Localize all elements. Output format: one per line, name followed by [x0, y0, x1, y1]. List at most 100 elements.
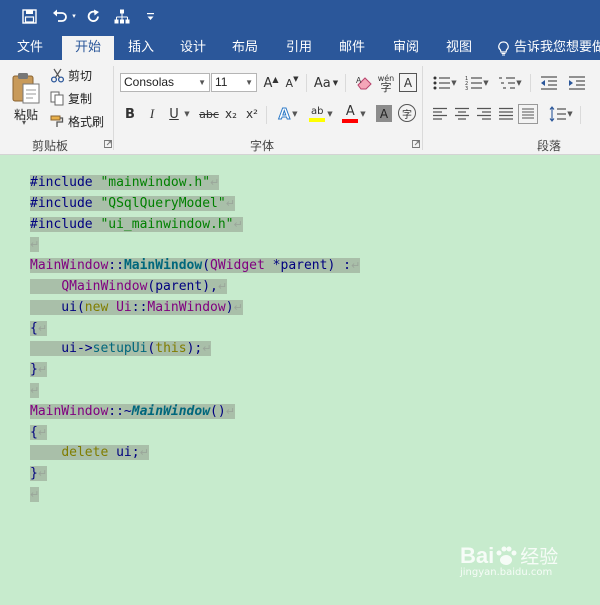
tab-view[interactable]: 视图	[436, 36, 482, 60]
tab-review[interactable]: 审阅	[383, 36, 429, 60]
code-line: #include "QSqlQueryModel"↵	[30, 195, 235, 211]
code-line: ↵	[30, 382, 40, 398]
baidu-watermark: Bai 经验 jingyan.baidu.com	[460, 542, 558, 579]
shrink-font-button[interactable]: A ▼	[283, 73, 301, 93]
multilevel-list-button[interactable]: ▼	[494, 72, 526, 94]
code-line: ui(new Ui::MainWindow)↵	[30, 299, 243, 315]
format-painter-icon	[50, 115, 64, 127]
align-left-button[interactable]	[431, 104, 449, 124]
increase-indent-icon	[569, 76, 585, 90]
bold-button[interactable]: B	[122, 104, 138, 124]
bullets-button[interactable]: ▼	[430, 72, 460, 94]
text-effects-button[interactable]: A ▼	[274, 104, 302, 124]
tab-home[interactable]: 开始	[62, 36, 114, 60]
ribbon-tab-bar: 文件 开始 插入 设计 布局 引用 邮件 审阅 视图 告诉我您想要做	[0, 32, 600, 60]
strikethrough-button[interactable]: abc	[198, 104, 220, 124]
font-size-value: 11	[215, 75, 228, 89]
chevron-down-icon: ▼	[198, 78, 206, 87]
font-name-box[interactable]: Consolas ▼	[120, 73, 210, 92]
character-shading-button[interactable]: A	[376, 105, 392, 122]
copy-button[interactable]: 复制	[50, 89, 100, 107]
code-line: }↵	[30, 362, 48, 378]
code-line: #include "mainwindow.h"↵	[30, 175, 220, 190]
undo-icon	[53, 9, 67, 22]
change-case-icon: Aa	[313, 75, 331, 91]
ribbon-home: 粘贴 ▾ 剪切 复制 格式刷 剪贴板 Consolas ▼ 11 ▼ A ▲ A…	[0, 60, 600, 155]
tab-insert[interactable]: 插入	[118, 36, 164, 60]
redo-button[interactable]	[84, 5, 102, 27]
font-size-box[interactable]: 11 ▼	[211, 73, 257, 92]
code-line: {↵	[30, 320, 48, 336]
tab-layout[interactable]: 布局	[222, 36, 268, 60]
italic-button[interactable]: I	[144, 104, 160, 124]
code-line: }↵	[30, 466, 48, 482]
highlight-color-swatch	[309, 118, 326, 122]
align-right-icon	[477, 107, 491, 120]
customize-qat-button[interactable]	[144, 5, 156, 27]
font-color-swatch	[342, 119, 359, 123]
tab-mailings[interactable]: 邮件	[329, 36, 375, 60]
eraser-icon: A	[356, 76, 372, 90]
clipboard-launcher-icon[interactable]	[104, 140, 112, 148]
align-right-button[interactable]	[475, 104, 493, 124]
phonetic-guide-button[interactable]: wén 字	[376, 72, 396, 94]
highlighter-icon: ab	[311, 106, 324, 117]
separator	[306, 74, 307, 92]
character-border-button[interactable]: A	[399, 73, 417, 92]
justify-button[interactable]	[497, 104, 515, 124]
structure-button[interactable]	[112, 5, 132, 27]
increase-indent-button[interactable]	[566, 72, 588, 94]
numbering-button[interactable]: 1 2 3 ▼	[462, 72, 492, 94]
align-center-button[interactable]	[453, 104, 471, 124]
line-spacing-icon	[549, 106, 567, 122]
numbered-list-icon: 1 2 3	[465, 76, 483, 91]
paw-icon	[496, 546, 517, 565]
code-line: MainWindow::~MainWindow()↵	[30, 403, 235, 419]
lightbulb-icon	[498, 40, 509, 56]
phonetic-char: 字	[380, 81, 392, 94]
structure-icon	[114, 9, 130, 23]
code-block[interactable]: #include "mainwindow.h"↵ #include "QSqlQ…	[30, 173, 361, 506]
svg-text:A: A	[356, 76, 362, 85]
cut-label: 剪切	[68, 68, 93, 83]
subscript-button[interactable]: x₂	[223, 104, 239, 124]
clear-formatting-button[interactable]: A	[354, 73, 374, 93]
decrease-indent-icon	[541, 76, 557, 90]
undo-dropdown[interactable]: ▾	[70, 5, 78, 27]
underline-dropdown[interactable]: ▼	[182, 104, 192, 124]
enclose-characters-button[interactable]: 字	[398, 104, 416, 122]
distributed-button[interactable]	[518, 104, 538, 124]
format-painter-label: 格式刷	[68, 114, 105, 129]
cut-button[interactable]: 剪切	[50, 66, 100, 84]
save-button[interactable]	[18, 5, 40, 27]
title-bar: ▾	[0, 0, 600, 32]
separator	[422, 66, 423, 150]
separator	[266, 106, 267, 124]
font-launcher-icon[interactable]	[412, 140, 420, 148]
line-spacing-button[interactable]: ▼	[546, 104, 576, 124]
font-color-button[interactable]: A ▼	[340, 102, 368, 126]
tab-design[interactable]: 设计	[170, 36, 216, 60]
grow-font-button[interactable]: A ▲	[262, 73, 280, 93]
change-case-button[interactable]: Aa ▼	[311, 73, 341, 93]
scissors-icon	[50, 68, 65, 83]
tab-file[interactable]: 文件	[6, 36, 54, 60]
code-line: delete ui;↵	[30, 443, 360, 464]
redo-icon	[87, 9, 99, 22]
paste-icon	[12, 72, 40, 103]
justify-icon	[499, 107, 513, 120]
shrink-font-icon: A	[285, 76, 294, 90]
code-line: {↵	[30, 424, 48, 440]
code-line: QMainWindow(parent),↵	[30, 277, 360, 298]
paste-dropdown[interactable]: ▾	[18, 118, 30, 127]
tell-me-box[interactable]: 告诉我您想要做	[497, 36, 600, 60]
highlight-button[interactable]: ab ▼	[306, 102, 336, 126]
document-area[interactable]: #include "mainwindow.h"↵ #include "QSqlQ…	[0, 155, 600, 605]
superscript-button[interactable]: x²	[244, 104, 260, 124]
underline-button[interactable]: U	[166, 104, 182, 124]
format-painter-button[interactable]: 格式刷	[50, 112, 110, 130]
bullet-list-icon	[433, 76, 451, 90]
tab-references[interactable]: 引用	[276, 36, 322, 60]
decrease-indent-button[interactable]	[538, 72, 560, 94]
undo-button[interactable]	[50, 5, 70, 27]
